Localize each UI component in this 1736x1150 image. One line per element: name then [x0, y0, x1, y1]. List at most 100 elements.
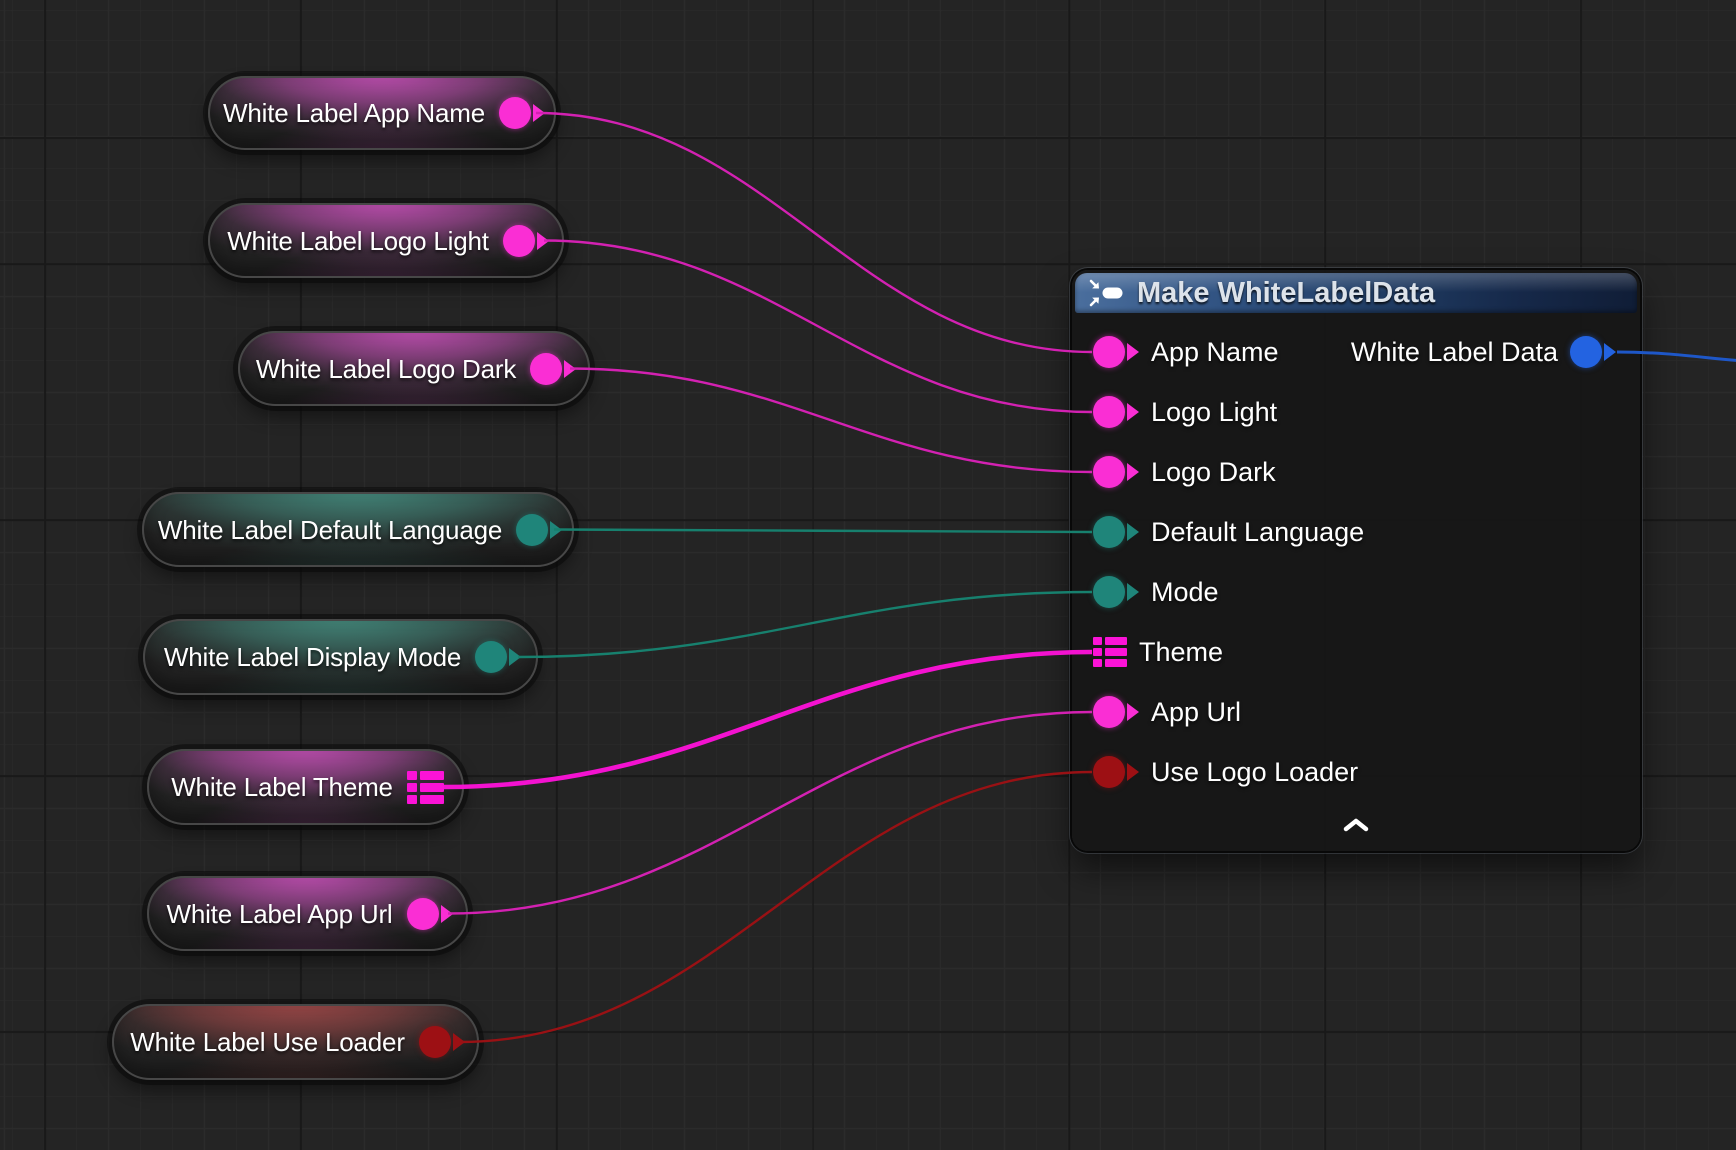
input-pin-row: Logo Dark [1075, 442, 1276, 502]
make-whitelabeldata-node[interactable]: Make WhiteLabelData App Name Logo Light Lo… [1072, 270, 1640, 851]
input-pin-row: Mode [1075, 562, 1219, 622]
struct-grid-cell [420, 783, 444, 792]
getter-output-pin[interactable] [407, 898, 453, 930]
pin-nub [1127, 343, 1139, 361]
input-pin-row: Default Language [1075, 502, 1364, 562]
input-pin-label: Logo Light [1151, 399, 1277, 426]
chevron-up-icon [1343, 818, 1369, 832]
input-pin-row: App Name [1075, 322, 1279, 382]
pin-circle [475, 641, 507, 673]
input-pin-label: Theme [1139, 639, 1223, 666]
pin-circle [1570, 336, 1602, 368]
input-pin-label: Default Language [1151, 519, 1364, 546]
struct-grid-cell [407, 795, 417, 804]
make-struct-icon [1089, 279, 1125, 307]
collapse-node-button[interactable] [1334, 812, 1378, 838]
input-pin-app-name[interactable] [1093, 336, 1139, 368]
wire-white-label-display-mode[interactable] [518, 592, 1092, 657]
variable-getter-node[interactable]: White Label Logo Dark [238, 331, 590, 406]
pin-circle [419, 1026, 451, 1058]
getter-output-pin[interactable] [475, 641, 521, 673]
input-pin-row: Theme [1075, 622, 1223, 682]
pin-circle [530, 353, 562, 385]
struct-grid-cell [1093, 659, 1102, 667]
wire-white-label-logo-light[interactable] [544, 241, 1092, 413]
input-pin-logo-light[interactable] [1093, 396, 1139, 428]
wire-white-label-app-name[interactable] [536, 113, 1092, 352]
pin-nub [1127, 763, 1139, 781]
output-pin-label: White Label Data [1351, 339, 1558, 366]
pin-circle [407, 898, 439, 930]
variable-getter-node[interactable]: White Label Theme [147, 749, 464, 825]
pin-nub [1127, 523, 1139, 541]
pin-nub [1127, 703, 1139, 721]
struct-grid-cell [1093, 648, 1102, 656]
struct-grid-cell [420, 771, 444, 780]
wire-white-label-default-language[interactable] [554, 530, 1092, 533]
input-pin-label: App Name [1151, 339, 1279, 366]
pin-circle [1093, 516, 1125, 548]
struct-grid-icon [407, 771, 444, 804]
getter-output-pin[interactable] [419, 1026, 465, 1058]
getter-node-label: White Label App Name [223, 100, 485, 126]
pin-nub [1127, 403, 1139, 421]
struct-grid-cell [1093, 637, 1102, 645]
getter-output-pin[interactable] [503, 225, 549, 257]
pin-circle [1093, 456, 1125, 488]
getter-node-label: White Label Theme [171, 774, 393, 800]
input-pin-label: Use Logo Loader [1151, 759, 1358, 786]
getter-node-label: White Label Logo Light [227, 228, 489, 254]
blueprint-graph-canvas[interactable]: White Label App Name White Label Logo Lig… [0, 0, 1736, 1150]
variable-getter-node[interactable]: White Label App Name [208, 76, 556, 150]
input-pin-row: Use Logo Loader [1075, 742, 1358, 802]
struct-grid-cell [420, 795, 444, 804]
getter-node-label: White Label Default Language [158, 517, 502, 543]
struct-grid-icon [1093, 637, 1127, 667]
input-pin-row: App Url [1075, 682, 1241, 742]
input-pin-label: App Url [1151, 699, 1241, 726]
output-pin-row: White Label Data [1351, 322, 1637, 382]
input-pin-label: Logo Dark [1151, 459, 1276, 486]
pin-circle [516, 514, 548, 546]
getter-output-pin[interactable] [407, 771, 444, 804]
pin-circle [1093, 396, 1125, 428]
getter-output-pin[interactable] [530, 353, 576, 385]
input-pin-default-language[interactable] [1093, 516, 1139, 548]
white-label-data-output-pin[interactable] [1570, 336, 1616, 368]
variable-getter-node[interactable]: White Label App Url [147, 876, 468, 951]
getter-node-label: White Label Logo Dark [256, 356, 516, 382]
make-node-header: Make WhiteLabelData [1075, 273, 1637, 313]
wire-white-label-theme[interactable] [444, 652, 1092, 787]
pin-circle [1093, 336, 1125, 368]
variable-getter-node[interactable]: White Label Default Language [142, 492, 574, 567]
wire-white-label-use-loader[interactable] [459, 772, 1092, 1042]
pin-nub [1127, 583, 1139, 601]
pin-circle [1093, 576, 1125, 608]
getter-node-label: White Label Use Loader [130, 1029, 405, 1055]
variable-getter-node[interactable]: White Label Use Loader [112, 1004, 479, 1080]
struct-grid-cell [1105, 659, 1127, 667]
variable-getter-node[interactable]: White Label Display Mode [143, 619, 538, 695]
wire-white-label-app-url[interactable] [448, 712, 1092, 914]
input-pin-theme[interactable] [1093, 637, 1127, 667]
pin-circle [499, 97, 531, 129]
pin-circle [1093, 696, 1125, 728]
input-pin-logo-dark[interactable] [1093, 456, 1139, 488]
input-pin-label: Mode [1151, 579, 1219, 606]
variable-getter-node[interactable]: White Label Logo Light [208, 203, 564, 278]
struct-grid-cell [407, 783, 417, 792]
pin-nub [1127, 463, 1139, 481]
getter-node-label: White Label App Url [167, 901, 393, 927]
struct-grid-cell [1105, 648, 1127, 656]
input-pin-app-url[interactable] [1093, 696, 1139, 728]
getter-node-label: White Label Display Mode [164, 644, 461, 670]
struct-grid-cell [407, 771, 417, 780]
node-title: Make WhiteLabelData [1137, 279, 1435, 308]
input-pin-mode[interactable] [1093, 576, 1139, 608]
pin-nub [1604, 343, 1616, 361]
input-pin-use-logo-loader[interactable] [1093, 756, 1139, 788]
pin-circle [503, 225, 535, 257]
wire-white-label-logo-dark[interactable] [570, 369, 1092, 473]
input-pin-row: Logo Light [1075, 382, 1277, 442]
pin-circle [1093, 756, 1125, 788]
